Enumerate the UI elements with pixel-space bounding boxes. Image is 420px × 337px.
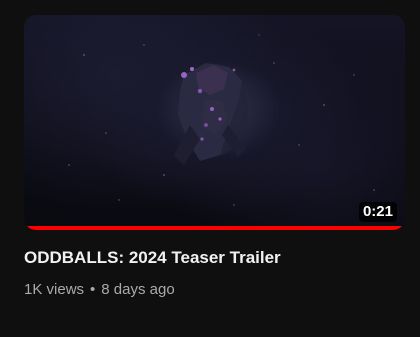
video-title[interactable]: ODDBALLS: 2024 Teaser Trailer [24, 247, 281, 269]
meta-separator: • [90, 281, 96, 298]
upload-age: 8 days ago [101, 281, 175, 298]
video-card[interactable]: 0:21 ODDBALLS: 2024 Teaser Trailer 1K vi… [0, 0, 420, 337]
thumbnail-scene [68, 34, 375, 206]
video-thumbnail[interactable]: 0:21 [24, 15, 405, 230]
view-count: 1K views [24, 281, 85, 298]
duration-badge: 0:21 [358, 202, 397, 222]
watch-progress-bar [24, 226, 405, 230]
video-metadata: 1K views • 8 days ago [24, 280, 175, 300]
